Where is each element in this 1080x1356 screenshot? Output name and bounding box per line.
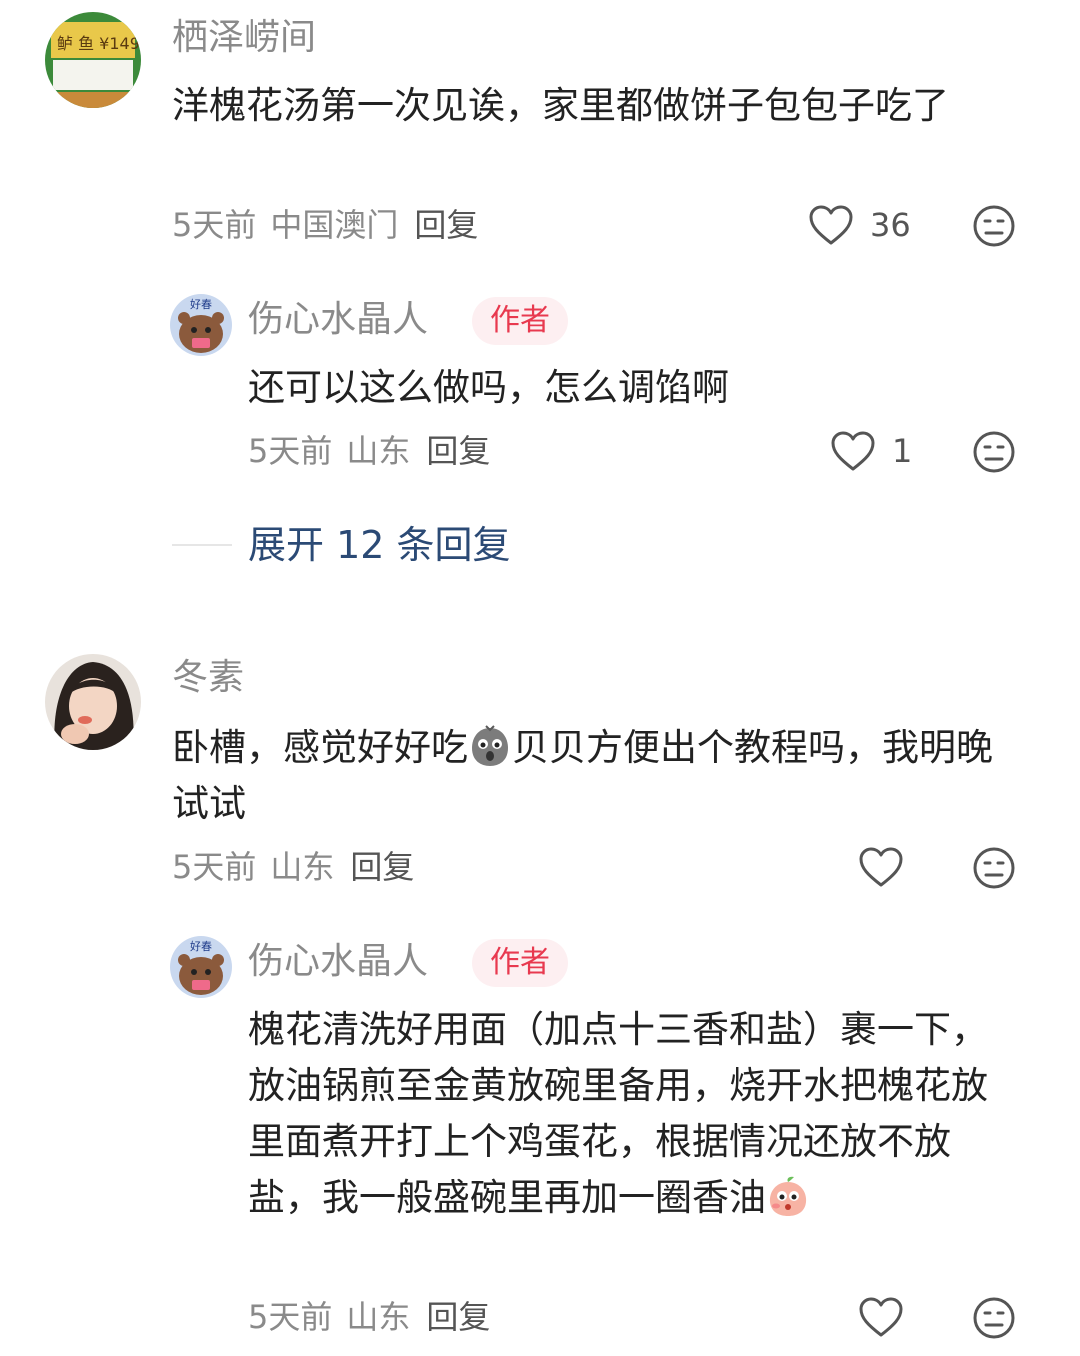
- comment-username[interactable]: 冬素: [172, 656, 244, 700]
- neutral-face-icon[interactable]: [972, 204, 1016, 248]
- neutral-face-icon[interactable]: [972, 846, 1016, 890]
- comment-location: 山东: [270, 848, 335, 886]
- surprised-potato-emoji: [472, 725, 508, 766]
- comment-text[interactable]: 洋槐花汤第一次见诶，家里都做饼子包包子吃了: [172, 78, 1022, 134]
- reply-location: 山东: [346, 432, 411, 470]
- reply-username[interactable]: 伤心水晶人: [248, 940, 428, 984]
- author-badge: 作者: [472, 939, 568, 987]
- reply-meta: 5天前 山东 回复: [248, 1297, 490, 1337]
- comment-location: 中国澳门: [270, 206, 399, 244]
- reply-time: 5天前: [248, 1298, 333, 1336]
- comment-time: 5天前: [172, 848, 257, 886]
- reply-button[interactable]: 回复: [350, 848, 414, 886]
- avatar[interactable]: 好春: [170, 936, 232, 998]
- comment-text-part: 卧槽，感觉好好吃: [172, 726, 468, 769]
- comment-text[interactable]: 卧槽，感觉好好吃 贝贝方便出个教程吗，我明晚试试: [172, 720, 1022, 832]
- reply-button[interactable]: 回复: [414, 206, 478, 244]
- author-badge: 作者: [472, 297, 568, 345]
- comment-meta: 5天前 山东 回复: [172, 847, 414, 887]
- reply-time: 5天前: [248, 432, 333, 470]
- cartoon-bear-avatar-image: 好春: [170, 294, 232, 356]
- comment-username[interactable]: 栖泽崂间: [172, 16, 316, 60]
- reply-location: 山东: [346, 1298, 411, 1336]
- reply-button[interactable]: 回复: [426, 1298, 490, 1336]
- svg-text:好春: 好春: [190, 939, 212, 953]
- fish-sign-avatar-image: [45, 12, 141, 108]
- neutral-face-icon[interactable]: [972, 1296, 1016, 1340]
- reply-button[interactable]: 回复: [426, 432, 490, 470]
- reply-meta: 5天前 山东 回复: [248, 431, 490, 471]
- comment-section: 鲈 鱼 ¥1490 栖泽崂间 洋槐花汤第一次见诶，家里都做饼子包包子吃了 5天前…: [0, 0, 1080, 1356]
- reply-text[interactable]: 槐花清洗好用面（加点十三香和盐）裹一下，放油锅煎至金黄放碗里备用，烧开水把槐花放…: [248, 1002, 1008, 1226]
- avatar[interactable]: 好春: [170, 294, 232, 356]
- svg-text:好春: 好春: [190, 297, 212, 311]
- heart-outline-icon[interactable]: [808, 204, 854, 246]
- expand-divider: [172, 544, 232, 546]
- reply-text-part: 槐花清洗好用面（加点十三香和盐）裹一下，放油锅煎至金黄放碗里备用，烧开水把槐花放…: [248, 1008, 988, 1219]
- expand-replies-button[interactable]: 展开 12 条回复: [248, 521, 511, 569]
- cartoon-bear-avatar-image: 好春: [170, 936, 232, 998]
- comment-time: 5天前: [172, 206, 257, 244]
- heart-outline-icon[interactable]: [830, 430, 876, 472]
- neutral-face-icon[interactable]: [972, 430, 1016, 474]
- avatar[interactable]: 鲈 鱼 ¥1490: [45, 12, 141, 108]
- like-count: 36: [870, 206, 911, 244]
- avatar-sign-text: 鲈 鱼 ¥1490: [57, 34, 141, 53]
- heart-outline-icon[interactable]: [858, 1296, 904, 1338]
- peach-face-emoji: [769, 1176, 807, 1216]
- like-count: 1: [892, 432, 913, 470]
- heart-outline-icon[interactable]: [858, 846, 904, 888]
- reply-text[interactable]: 还可以这么做吗，怎么调馅啊: [248, 360, 1008, 416]
- avatar[interactable]: [45, 654, 141, 750]
- reply-username[interactable]: 伤心水晶人: [248, 298, 428, 342]
- comment-meta: 5天前 中国澳门 回复: [172, 205, 478, 245]
- girl-photo-avatar-image: [45, 654, 141, 750]
